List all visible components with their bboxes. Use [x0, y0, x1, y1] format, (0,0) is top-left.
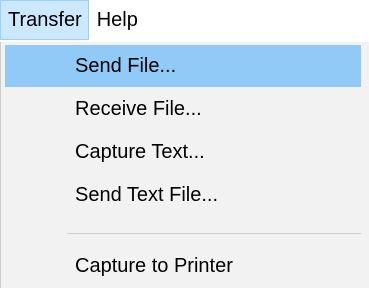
menu-item-receive-file[interactable]: Receive File... [5, 88, 361, 130]
menu-item-send-text-file[interactable]: Send Text File... [5, 174, 361, 216]
menu-transfer-label: Transfer [8, 8, 82, 31]
menu-item-label: Capture to Printer [75, 254, 233, 277]
transfer-dropdown-menu: Send File... Receive File... Capture Tex… [0, 42, 369, 288]
menu-item-label: Send Text File... [75, 183, 219, 206]
menu-help-label: Help [96, 8, 138, 31]
menu-item-label: Capture Text... [75, 140, 205, 163]
menu-item-label: Send File... [75, 54, 177, 77]
menu-separator [67, 233, 361, 234]
menu-item-capture-to-printer[interactable]: Capture to Printer [5, 245, 361, 287]
menu-item-label: Receive File... [75, 97, 202, 120]
menu-bar: Transfer Help [0, 0, 369, 42]
menu-help[interactable]: Help [89, 0, 146, 40]
menu-item-capture-text[interactable]: Capture Text... [5, 131, 361, 173]
menu-item-send-file[interactable]: Send File... [5, 45, 361, 87]
menu-transfer[interactable]: Transfer [0, 0, 89, 40]
